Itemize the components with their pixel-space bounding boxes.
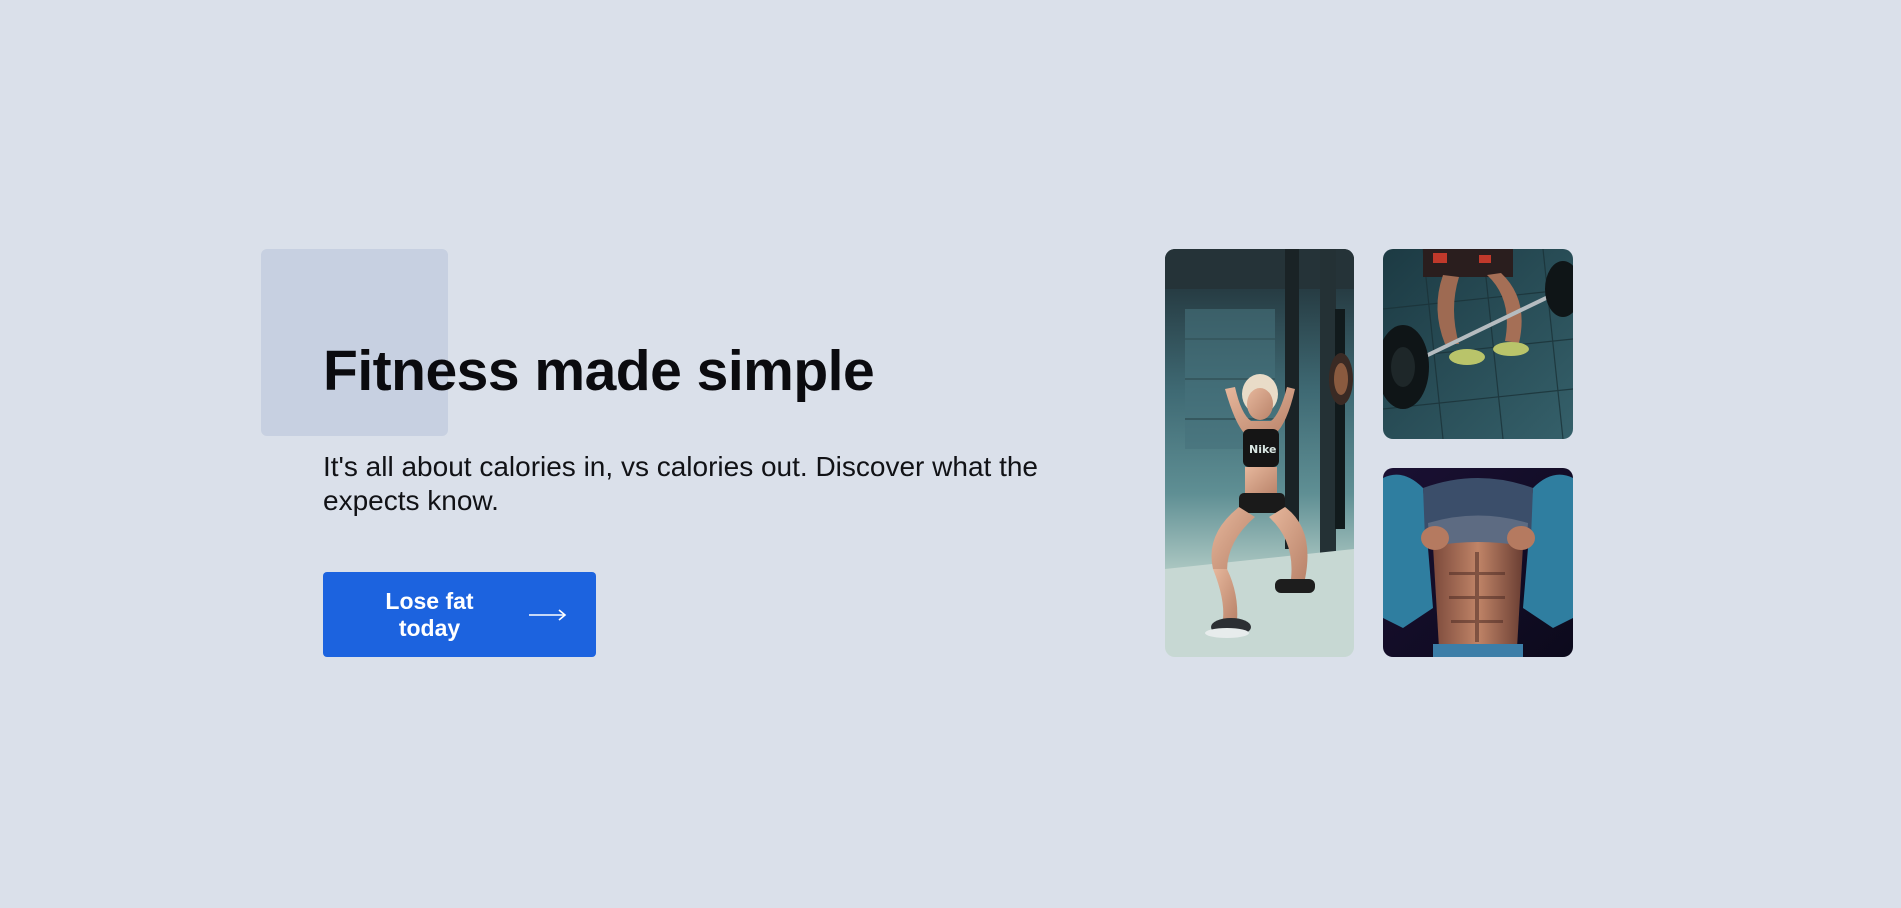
arrow-right-icon <box>529 608 567 621</box>
abs-shirt-lift-photo <box>1383 468 1573 657</box>
lose-fat-button-label: Lose fat today <box>385 587 474 641</box>
hero-section: Fitness made simple It's all about calor… <box>0 0 1901 908</box>
hero-headline: Fitness made simple <box>323 339 875 403</box>
hero-subtext: It's all about calories in, vs calories … <box>323 451 1038 516</box>
barbell-deadlift-photo <box>1383 249 1573 439</box>
svg-text:Nike: Nike <box>1249 443 1276 456</box>
woman-situps-photo: Nike <box>1165 249 1354 657</box>
lose-fat-button[interactable]: Lose fat today <box>323 572 596 657</box>
